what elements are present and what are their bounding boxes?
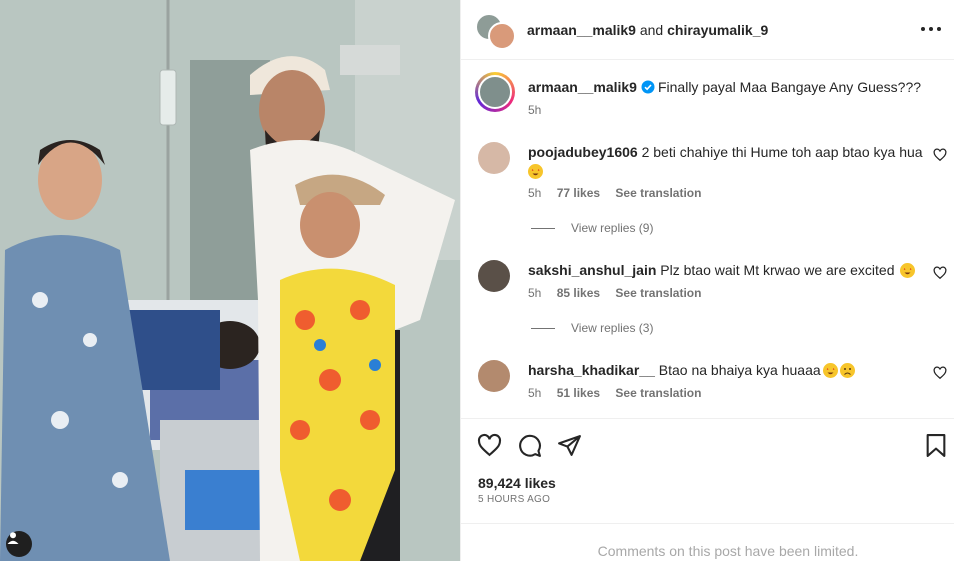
post-header: armaan__malik9 and chirayumalik_9 — [461, 0, 954, 60]
avatar[interactable] — [488, 22, 516, 50]
share-icon[interactable] — [557, 433, 582, 458]
comment-time[interactable]: 5h — [528, 386, 541, 400]
comments-limited-notice: Comments on this post have been limited. — [461, 523, 954, 561]
post-details-panel: armaan__malik9 and chirayumalik_9 armaan… — [460, 0, 954, 561]
collab-avatars[interactable] — [476, 14, 516, 50]
comment-icon[interactable] — [517, 433, 542, 458]
caption-username[interactable]: armaan__malik9 — [528, 79, 637, 95]
heart-icon[interactable] — [933, 266, 947, 280]
header-and: and — [639, 22, 664, 38]
star-struck-emoji-icon — [900, 263, 916, 278]
replies-divider — [531, 227, 555, 229]
heart-icon[interactable] — [477, 433, 502, 458]
view-replies-button[interactable]: View replies (3) — [531, 321, 653, 335]
avatar[interactable] — [475, 72, 515, 112]
post-actions-bar — [461, 418, 954, 470]
verified-badge-icon — [641, 80, 655, 94]
tagged-user-button[interactable] — [6, 531, 32, 557]
comment-username[interactable]: poojadubey1606 — [528, 144, 638, 160]
header-username-1[interactable]: armaan__malik9 — [527, 22, 636, 38]
avatar[interactable] — [478, 260, 510, 292]
comment-text: harsha_khadikar__ Btao na bhaiya kya hua… — [528, 361, 923, 380]
view-replies-button[interactable]: View replies (9) — [531, 221, 653, 235]
view-replies-label: View replies (3) — [571, 321, 654, 335]
disappointed-emoji-icon — [839, 363, 855, 378]
see-translation-link[interactable]: See translation — [615, 286, 701, 300]
avatar[interactable] — [478, 360, 510, 392]
collab-names: armaan__malik9 and chirayumalik_9 — [527, 22, 768, 38]
comment-meta: 5h 77 likes See translation — [528, 186, 713, 200]
replies-divider — [531, 327, 555, 329]
hospital-room-photo — [0, 0, 460, 561]
caption-body: Finally payal Maa Bangaye Any Guess??? — [657, 79, 922, 95]
comment-body: Plz btao wait Mt krwao we are excited — [660, 262, 895, 278]
comment-meta: 5h 51 likes See translation — [528, 386, 713, 400]
caption-timestamp[interactable]: 5h — [528, 103, 541, 117]
heart-icon[interactable] — [933, 366, 947, 380]
comment-likes[interactable]: 85 likes — [557, 286, 600, 300]
comment-meta: 5h 85 likes See translation — [528, 286, 713, 300]
view-replies-label: View replies (9) — [571, 221, 654, 235]
comment-username[interactable]: sakshi_anshul_jain — [528, 262, 656, 278]
more-options-icon[interactable] — [921, 26, 941, 32]
see-translation-link[interactable]: See translation — [615, 186, 701, 200]
bookmark-icon[interactable] — [925, 433, 947, 458]
header-username-2[interactable]: chirayumalik_9 — [667, 22, 768, 38]
comment-body: 2 beti chahiye thi Hume toh aap btao kya… — [641, 144, 923, 160]
tagged-user-icon — [7, 532, 19, 544]
post-photo[interactable] — [0, 0, 460, 561]
comment-time[interactable]: 5h — [528, 286, 541, 300]
caption-text-line: armaan__malik9 Finally payal Maa Bangaye … — [528, 79, 921, 95]
star-struck-emoji-icon — [822, 363, 838, 378]
comment-text: poojadubey1606 2 beti chahiye thi Hume t… — [528, 143, 923, 181]
comment-likes[interactable]: 51 likes — [557, 386, 600, 400]
heart-icon[interactable] — [933, 148, 947, 162]
avatar[interactable] — [478, 142, 510, 174]
post-timestamp[interactable]: 5 HOURS AGO — [478, 494, 550, 505]
see-translation-link[interactable]: See translation — [615, 386, 701, 400]
comment-username[interactable]: harsha_khadikar__ — [528, 362, 655, 378]
star-struck-emoji-icon — [528, 164, 543, 179]
comment-time[interactable]: 5h — [528, 186, 541, 200]
likes-count[interactable]: 89,424 likes — [478, 475, 556, 491]
comment-likes[interactable]: 77 likes — [557, 186, 600, 200]
comment-body: Btao na bhaiya kya huaaa — [658, 362, 821, 378]
comment-text: sakshi_anshul_jain Plz btao wait Mt krwa… — [528, 261, 923, 280]
